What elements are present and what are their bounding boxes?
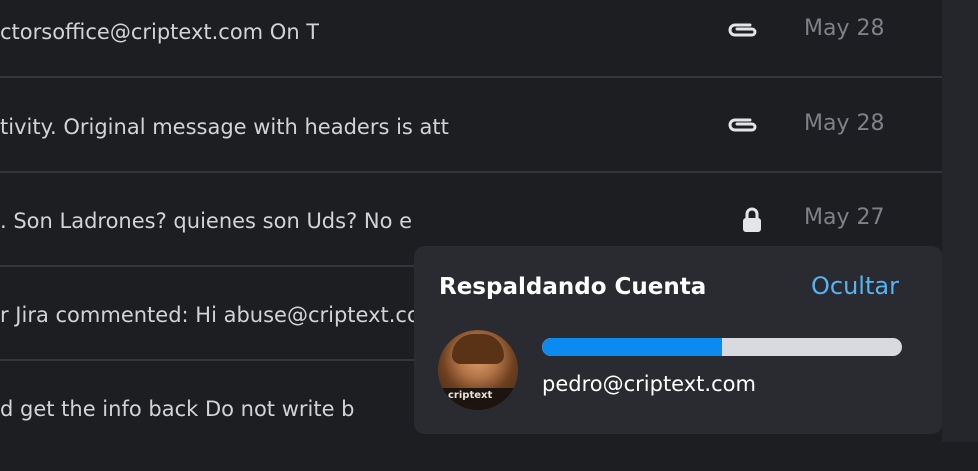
email-row[interactable]: tivity. Original message with headers is… bbox=[0, 79, 942, 173]
hide-button[interactable]: Ocultar bbox=[811, 272, 899, 300]
email-date: May 28 bbox=[804, 111, 885, 136]
backup-progress-bar bbox=[542, 338, 902, 356]
email-row[interactable]: ctorsoffice@criptext.com On T May 28 bbox=[0, 0, 942, 78]
account-email: pedro@criptext.com bbox=[542, 372, 756, 396]
backup-progress-fill bbox=[542, 338, 722, 356]
toast-title: Respaldando Cuenta bbox=[439, 274, 707, 300]
avatar-brand-text: criptext bbox=[448, 390, 493, 401]
email-date: May 27 bbox=[804, 205, 885, 230]
avatar-hair bbox=[452, 334, 504, 364]
paperclip-icon bbox=[726, 115, 760, 139]
email-date: May 28 bbox=[804, 16, 885, 41]
scrollbar-track[interactable] bbox=[942, 0, 978, 442]
backup-toast: Respaldando Cuenta Ocultar criptext pedr… bbox=[414, 246, 942, 434]
avatar: criptext bbox=[438, 330, 518, 410]
lock-icon bbox=[741, 207, 763, 237]
email-preview: d get the info back Do not write b bbox=[0, 397, 355, 421]
paperclip-icon bbox=[726, 20, 760, 44]
